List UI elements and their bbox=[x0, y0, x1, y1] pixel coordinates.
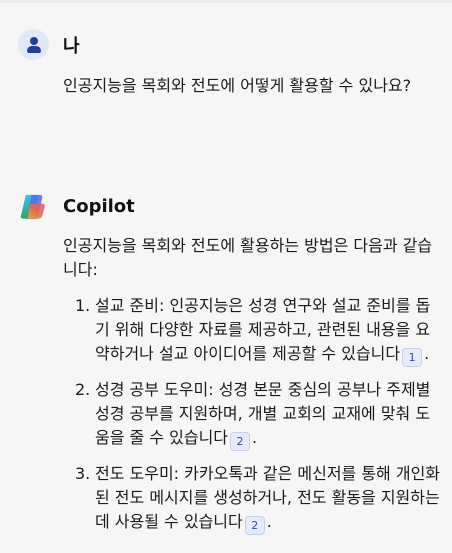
list-item: 2. 성경 공부 도우미: 성경 본문 중심의 공부나 주제별 성경 공부를 지… bbox=[63, 378, 443, 451]
top-divider bbox=[0, 0, 452, 3]
user-avatar-icon bbox=[18, 29, 49, 60]
copilot-intro-text: 인공지능을 목회와 전도에 활용하는 방법은 다음과 같습니다: bbox=[63, 236, 433, 279]
citation-badge[interactable]: 2 bbox=[230, 432, 251, 451]
list-item-period: . bbox=[266, 512, 272, 531]
user-message-header: 나 bbox=[18, 29, 80, 60]
list-item-text: 성경 공부 도우미: 성경 본문 중심의 공부나 주제별 성경 공부를 지원하며… bbox=[95, 380, 431, 447]
list-item-number: 1. bbox=[75, 296, 91, 315]
answer-list: 1. 설교 준비: 인공지능은 성경 연구와 설교 준비를 돕기 위해 다양한 … bbox=[63, 294, 443, 546]
copilot-logo-icon bbox=[20, 194, 45, 220]
user-sender-name: 나 bbox=[63, 35, 80, 57]
citation-badge[interactable]: 2 bbox=[244, 516, 265, 535]
list-item: 3. 전도 도우미: 카카오톡과 같은 메신저를 통해 개인화된 전도 메시지를… bbox=[63, 462, 443, 535]
list-item-period: . bbox=[252, 428, 258, 447]
citation-badge[interactable]: 1 bbox=[402, 348, 423, 367]
list-item: 1. 설교 준비: 인공지능은 성경 연구와 설교 준비를 돕기 위해 다양한 … bbox=[63, 294, 443, 367]
list-item-number: 3. bbox=[75, 464, 91, 483]
copilot-sender-name: Copilot bbox=[63, 196, 135, 217]
list-item-text: 설교 준비: 인공지능은 성경 연구와 설교 준비를 돕기 위해 다양한 자료를… bbox=[95, 296, 431, 363]
copilot-message-header: Copilot bbox=[18, 191, 135, 222]
user-message-text: 인공지능을 목회와 전도에 어떻게 활용할 수 있나요? bbox=[63, 76, 412, 95]
list-item-period: . bbox=[424, 344, 430, 363]
list-item-number: 2. bbox=[75, 380, 91, 399]
